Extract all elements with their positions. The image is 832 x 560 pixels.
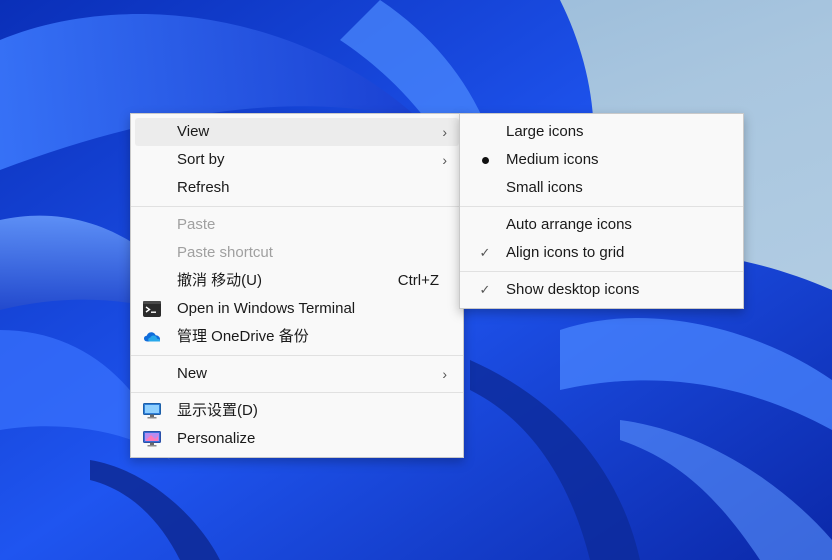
shortcut-ctrl-z: Ctrl+Z: [397, 272, 439, 289]
menu-item-new[interactable]: New ›: [135, 360, 459, 388]
onedrive-cloud-icon: [144, 332, 160, 342]
submenu-item-large-icons-label: Large icons: [506, 123, 584, 140]
radio-selected-dot-icon: [482, 157, 489, 164]
menu-item-view[interactable]: View ›: [135, 118, 459, 146]
submenu-item-small-icons[interactable]: Small icons: [464, 174, 739, 202]
submenu-item-auto-arrange-label: Auto arrange icons: [506, 216, 632, 233]
menu-separator: [460, 206, 743, 207]
menu-item-refresh-label: Refresh: [177, 179, 230, 196]
menu-item-display-settings-label: 显示设置(D): [177, 402, 258, 419]
submenu-item-medium-icons-label: Medium icons: [506, 151, 599, 168]
menu-item-undo-move[interactable]: 撤消 移动(U) Ctrl+Z: [135, 267, 459, 295]
chevron-right-icon: ›: [442, 152, 447, 168]
submenu-item-auto-arrange[interactable]: Auto arrange icons: [464, 211, 739, 239]
view-submenu: Large icons Medium icons Small icons Aut…: [459, 113, 744, 309]
menu-item-onedrive[interactable]: 管理 OneDrive 备份: [135, 323, 459, 351]
submenu-item-align-grid[interactable]: ✓ Align icons to grid: [464, 239, 739, 267]
chevron-right-icon: ›: [442, 124, 447, 140]
menu-item-paste-label: Paste: [177, 216, 216, 233]
menu-item-undo-move-label: 撤消 移动(U): [177, 272, 262, 289]
menu-item-open-terminal-label: Open in Windows Terminal: [177, 300, 356, 317]
menu-item-paste[interactable]: Paste: [135, 211, 459, 239]
personalize-icon: [143, 431, 161, 447]
submenu-item-align-grid-label: Align icons to grid: [506, 244, 625, 261]
menu-item-personalize-label: Personalize: [177, 430, 256, 447]
menu-item-onedrive-label: 管理 OneDrive 备份: [177, 328, 309, 345]
menu-item-sort-by[interactable]: Sort by ›: [135, 146, 459, 174]
menu-separator: [460, 271, 743, 272]
menu-item-view-label: View: [177, 123, 210, 140]
menu-separator: [131, 392, 463, 393]
submenu-item-show-desktop-icons-label: Show desktop icons: [506, 281, 640, 298]
desktop[interactable]: View › Sort by › Refresh Paste Paste sho…: [0, 0, 832, 560]
checkmark-icon: ✓: [479, 245, 491, 260]
menu-item-new-label: New: [177, 365, 208, 382]
submenu-item-small-icons-label: Small icons: [506, 179, 583, 196]
submenu-item-medium-icons[interactable]: Medium icons: [464, 146, 739, 174]
menu-separator: [131, 206, 463, 207]
menu-item-refresh[interactable]: Refresh: [135, 174, 459, 202]
chevron-right-icon: ›: [442, 366, 447, 382]
checkmark-icon: ✓: [479, 282, 491, 297]
display-monitor-icon: [143, 403, 161, 419]
menu-item-open-terminal[interactable]: Open in Windows Terminal: [135, 295, 459, 323]
menu-item-personalize[interactable]: Personalize: [135, 425, 459, 453]
menu-item-display-settings[interactable]: 显示设置(D): [135, 397, 459, 425]
menu-separator: [131, 355, 463, 356]
terminal-icon: [143, 301, 161, 317]
menu-item-paste-shortcut-label: Paste shortcut: [177, 244, 273, 261]
desktop-context-menu: View › Sort by › Refresh Paste Paste sho…: [130, 113, 464, 458]
menu-item-sort-by-label: Sort by: [177, 151, 225, 168]
submenu-item-large-icons[interactable]: Large icons: [464, 118, 739, 146]
submenu-item-show-desktop-icons[interactable]: ✓ Show desktop icons: [464, 276, 739, 304]
menu-item-paste-shortcut[interactable]: Paste shortcut: [135, 239, 459, 267]
